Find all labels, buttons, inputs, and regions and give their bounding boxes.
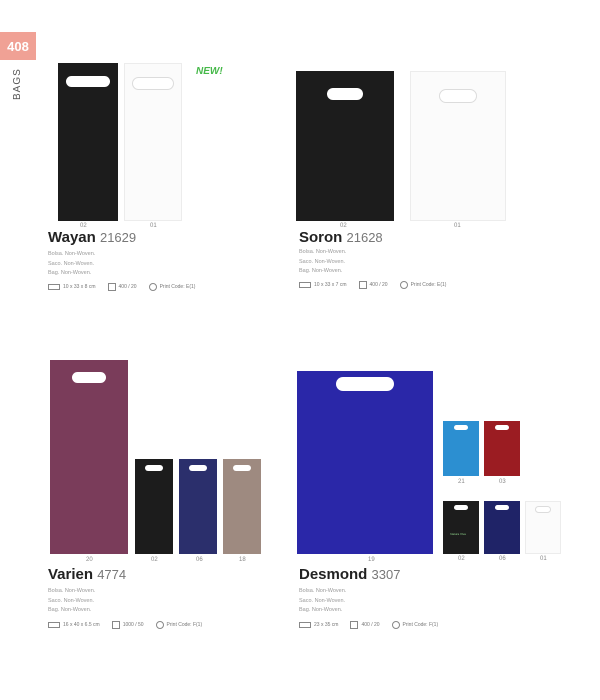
bag-varien-taupe	[223, 459, 261, 554]
product-name: Varien	[48, 566, 94, 583]
desc-line: Saco. Non-Woven.	[48, 597, 95, 604]
spec-size: 23 x 35 cm	[314, 622, 339, 628]
bag-varien-black	[135, 459, 173, 554]
product-specs: 10 x 33 x 7 cm 400 / 20 Print Code: E(1)	[299, 281, 458, 289]
color-code: 21	[458, 479, 465, 485]
desc-line: Bolsa. Non-Woven.	[299, 588, 347, 594]
color-code: 02	[151, 557, 158, 563]
product-specs: 10 x 33 x 8 cm 400 / 20 Print Code: E(1)	[48, 283, 207, 291]
ruler-icon	[299, 622, 311, 628]
product-ref: 3307	[371, 567, 401, 582]
product-title: Varien 4774	[48, 566, 126, 583]
box-icon	[358, 281, 367, 289]
box-icon	[350, 621, 359, 629]
bag-wayan-black	[58, 63, 118, 221]
color-code: 06	[196, 557, 203, 563]
color-code: 01	[454, 223, 461, 229]
product-description: Bolsa. Non-Woven. Saco. Non-Woven. Bag. …	[48, 250, 95, 279]
product-name: Desmond	[299, 566, 368, 583]
desc-line: Bag. Non-Woven.	[299, 607, 343, 613]
spec-size: 16 x 40 x 6.5 cm	[63, 622, 100, 628]
color-code: 02	[458, 556, 465, 562]
print-icon	[399, 281, 408, 289]
print-icon	[155, 621, 164, 629]
spec-size: 10 x 33 x 8 cm	[63, 284, 96, 290]
spec-pack: 400 / 20	[361, 622, 380, 628]
bag-wayan-white	[124, 63, 182, 221]
bag-varien-navy	[179, 459, 217, 554]
product-name: Soron	[299, 229, 343, 246]
spec-print: Print Code: F(1)	[166, 622, 203, 628]
print-icon	[148, 283, 157, 291]
box-icon	[111, 621, 120, 629]
color-code: 20	[86, 557, 93, 563]
desc-line: Bolsa. Non-Woven.	[48, 251, 96, 257]
spec-pack: 1000 / 50	[122, 622, 144, 628]
color-code: 06	[499, 556, 506, 562]
new-badge: NEW!	[196, 66, 223, 77]
product-ref: 21629	[99, 230, 137, 245]
product-description: Bolsa. Non-Woven. Saco. Non-Woven. Bag. …	[299, 587, 346, 616]
spec-pack: 400 / 20	[118, 284, 137, 290]
bag-logo: Natura Viva	[447, 527, 469, 541]
section-label: BAGS	[12, 68, 23, 100]
color-code: 01	[540, 556, 547, 562]
bag-soron-black	[296, 71, 394, 221]
bag-varien-burgundy	[50, 360, 128, 554]
spec-size: 10 x 33 x 7 cm	[314, 282, 347, 288]
product-ref: 21628	[346, 230, 383, 245]
spec-print: Print Code: F(1)	[402, 622, 439, 628]
bag-desmond-red	[484, 421, 520, 476]
color-code: 18	[239, 557, 246, 563]
product-title: Desmond 3307	[299, 566, 400, 583]
bag-desmond-white	[525, 501, 561, 554]
product-name: Wayan	[48, 229, 96, 246]
bag-desmond-light-blue	[443, 421, 479, 476]
product-ref: 4774	[97, 567, 127, 582]
ruler-icon	[48, 622, 60, 628]
spec-print: Print Code: E(1)	[159, 284, 196, 290]
desc-line: Saco. Non-Woven.	[299, 258, 346, 265]
color-code: 01	[150, 223, 157, 229]
desc-line: Bolsa. Non-Woven.	[299, 249, 347, 255]
product-title: Wayan 21629	[48, 229, 136, 246]
ruler-icon	[299, 282, 311, 288]
color-code: 19	[368, 557, 375, 563]
product-description: Bolsa. Non-Woven. Saco. Non-Woven. Bag. …	[48, 587, 95, 616]
box-icon	[107, 283, 116, 291]
page-number: 408	[0, 32, 36, 60]
desc-line: Saco. Non-Woven.	[48, 260, 95, 267]
spec-pack: 400 / 20	[369, 282, 388, 288]
bag-soron-white	[410, 71, 506, 221]
product-description: Bolsa. Non-Woven. Saco. Non-Woven. Bag. …	[299, 248, 346, 277]
desc-line: Bolsa. Non-Woven.	[48, 588, 96, 594]
desc-line: Bag. Non-Woven.	[299, 268, 343, 274]
desc-line: Bag. Non-Woven.	[48, 607, 92, 613]
desc-line: Saco. Non-Woven.	[299, 597, 346, 604]
spec-print: Print Code: E(1)	[410, 282, 447, 288]
product-specs: 23 x 35 cm 400 / 20 Print Code: F(1)	[299, 621, 450, 629]
ruler-icon	[48, 284, 60, 290]
print-icon	[391, 621, 400, 629]
product-title: Soron 21628	[299, 229, 383, 246]
color-code: 03	[499, 479, 506, 485]
desc-line: Bag. Non-Woven.	[48, 270, 92, 276]
logo-text: Natura Viva	[450, 532, 466, 536]
product-specs: 16 x 40 x 6.5 cm 1000 / 50 Print Code: F…	[48, 621, 214, 629]
bag-desmond-royal-blue	[297, 371, 433, 554]
bag-desmond-navy	[484, 501, 520, 554]
